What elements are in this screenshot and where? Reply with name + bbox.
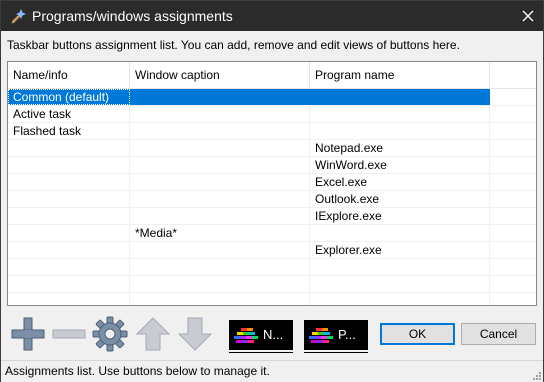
cell-name: Flashed task bbox=[8, 123, 130, 139]
list-item[interactable] bbox=[8, 276, 536, 293]
settings-button[interactable] bbox=[91, 315, 129, 353]
list-item[interactable] bbox=[8, 259, 536, 276]
list-item[interactable]: Outlook.exe bbox=[8, 191, 536, 208]
colored-bars-icon bbox=[309, 328, 333, 343]
list-item[interactable]: Active task bbox=[8, 106, 536, 123]
cell-caption bbox=[130, 123, 310, 139]
cell-caption bbox=[130, 89, 310, 105]
cell-caption bbox=[130, 293, 310, 305]
cell-program bbox=[310, 225, 490, 241]
column-header-caption[interactable]: Window caption bbox=[130, 62, 310, 88]
list-item[interactable]: Common (default) bbox=[8, 89, 536, 106]
cell-caption bbox=[130, 242, 310, 258]
cell-name: Active task bbox=[8, 106, 130, 122]
dialog-window: Programs/windows assignments Taskbar but… bbox=[0, 0, 544, 382]
cell-name bbox=[8, 208, 130, 224]
cell-name bbox=[8, 157, 130, 173]
list-item[interactable]: *Media* bbox=[8, 225, 536, 242]
cell-caption bbox=[130, 140, 310, 156]
wand-icon bbox=[10, 8, 26, 24]
cell-program: Notepad.exe bbox=[310, 140, 490, 156]
cell-program bbox=[310, 276, 490, 292]
cell-name bbox=[8, 259, 130, 275]
cell-program: IExplore.exe bbox=[310, 208, 490, 224]
column-header-program[interactable]: Program name bbox=[310, 62, 490, 88]
cell-caption bbox=[130, 106, 310, 122]
cell-program: Excel.exe bbox=[310, 174, 490, 190]
cell-name bbox=[8, 293, 130, 305]
status-text: Assignments list. Use buttons below to m… bbox=[5, 364, 270, 378]
close-button[interactable] bbox=[513, 1, 543, 31]
cell-program bbox=[310, 106, 490, 122]
cell-caption bbox=[130, 276, 310, 292]
move-down-button[interactable] bbox=[176, 315, 214, 353]
cell-name bbox=[8, 174, 130, 190]
assignments-list[interactable]: Name/info Window caption Program name Co… bbox=[7, 61, 537, 306]
status-bar: Assignments list. Use buttons below to m… bbox=[1, 360, 543, 382]
list-body: Common (default) Active task Flashed task N… bbox=[8, 89, 536, 305]
remove-button[interactable] bbox=[50, 315, 88, 353]
list-item[interactable]: WinWord.exe bbox=[8, 157, 536, 174]
cell-name bbox=[8, 242, 130, 258]
cell-name: Common (default) bbox=[8, 89, 130, 105]
resize-grip-icon[interactable] bbox=[531, 370, 541, 380]
close-icon bbox=[522, 10, 534, 22]
list-header: Name/info Window caption Program name bbox=[8, 62, 536, 89]
cell-program: Outlook.exe bbox=[310, 191, 490, 207]
list-item[interactable]: Explorer.exe bbox=[8, 242, 536, 259]
window-title: Programs/windows assignments bbox=[32, 8, 233, 24]
normal-view-button[interactable]: N... bbox=[229, 320, 293, 353]
list-item[interactable]: IExplore.exe bbox=[8, 208, 536, 225]
title-bar: Programs/windows assignments bbox=[1, 1, 543, 31]
normal-view-underline bbox=[229, 352, 293, 353]
cell-caption bbox=[130, 259, 310, 275]
cell-name bbox=[8, 140, 130, 156]
colored-bars-icon bbox=[234, 328, 258, 343]
cell-caption bbox=[130, 157, 310, 173]
move-up-button[interactable] bbox=[134, 315, 172, 353]
list-item[interactable]: Excel.exe bbox=[8, 174, 536, 191]
cell-name bbox=[8, 225, 130, 241]
list-item[interactable]: Flashed task bbox=[8, 123, 536, 140]
minus-icon bbox=[52, 329, 86, 339]
cell-program bbox=[310, 293, 490, 305]
cell-name bbox=[8, 276, 130, 292]
cell-program bbox=[310, 123, 490, 139]
plus-icon bbox=[11, 317, 45, 351]
cell-caption bbox=[130, 174, 310, 190]
list-item[interactable]: Notepad.exe bbox=[8, 140, 536, 157]
list-item[interactable] bbox=[8, 293, 536, 305]
cell-program: Explorer.exe bbox=[310, 242, 490, 258]
cell-name bbox=[8, 191, 130, 207]
add-button[interactable] bbox=[9, 315, 47, 353]
cell-caption bbox=[130, 191, 310, 207]
arrow-down-icon bbox=[177, 317, 213, 351]
column-header-name[interactable]: Name/info bbox=[8, 62, 130, 88]
arrow-up-icon bbox=[135, 317, 171, 351]
pressed-view-button[interactable]: P... bbox=[304, 320, 368, 353]
cell-caption bbox=[130, 208, 310, 224]
gear-icon bbox=[92, 316, 128, 352]
ok-button[interactable]: OK bbox=[380, 323, 455, 345]
normal-view-label: N... bbox=[263, 327, 284, 342]
cell-program: WinWord.exe bbox=[310, 157, 490, 173]
cancel-button[interactable]: Cancel bbox=[461, 323, 536, 345]
cell-program bbox=[310, 89, 490, 105]
cell-caption: *Media* bbox=[130, 225, 310, 241]
pressed-view-underline bbox=[304, 352, 368, 353]
instructions-text: Taskbar buttons assignment list. You can… bbox=[7, 38, 460, 52]
cell-program bbox=[310, 259, 490, 275]
pressed-view-label: P... bbox=[338, 327, 356, 342]
